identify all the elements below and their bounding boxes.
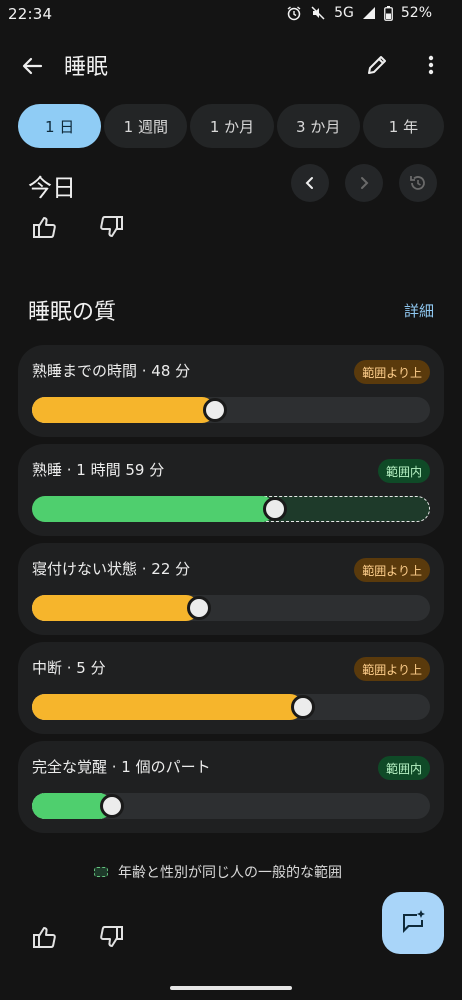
range-swatch [94,867,108,877]
metric-fill [32,397,216,423]
status-badge: 範囲より上 [354,558,430,582]
chat-sparkle-icon [403,910,425,933]
thumbs-down-icon [100,926,123,947]
metric-track [32,595,430,621]
metric-knob [290,695,315,719]
history-icon [410,176,425,190]
metric-label: 熟睡までの時間 · 48 分 [32,362,191,380]
metric-label: 中断 · 5 分 [32,659,106,677]
next-day-button[interactable] [345,164,383,202]
date-title: 今日 [28,174,76,202]
assistant-chat-button[interactable] [382,892,444,954]
status-bar: 22:34 5G 52% [0,0,462,30]
metric-label: 寝付けない状態 · 22 分 [32,560,191,578]
tab-3-months[interactable]: 3 か月 [276,104,360,148]
page-title: 睡眠 [64,55,109,80]
metric-card-deep-sleep[interactable]: 熟睡 · 1 時間 59 分 範囲内 [18,444,444,536]
tab-1-week[interactable]: 1 週間 [104,104,188,148]
metric-label: 熟睡 · 1 時間 59 分 [32,461,165,479]
range-tabs: 1 日 1 週間 1 か月 3 か月 1 年 [18,104,445,148]
details-link[interactable]: 詳細 [404,300,434,321]
thumbs-down-icon [100,216,123,237]
arrow-left-icon [22,57,43,75]
home-indicator [170,986,292,990]
status-badge: 範囲より上 [354,360,430,384]
metric-track [32,694,430,720]
metric-fill [32,595,200,621]
thumbs-down-button[interactable] [96,922,126,952]
metric-label: 完全な覚醒 · 1 個のパート [32,758,211,776]
more-options-button[interactable] [414,48,448,82]
feedback-top [30,212,126,242]
metric-track [32,793,430,819]
metric-knob [203,398,228,422]
alarm-icon [286,5,302,21]
thumbs-up-icon [33,217,56,238]
edit-button[interactable] [360,48,394,82]
metric-card-full-wake[interactable]: 完全な覚醒 · 1 個のパート 範囲内 [18,741,444,833]
tab-1-month[interactable]: 1 か月 [190,104,274,148]
chevron-left-icon [305,177,313,189]
network-label: 5G [334,5,354,21]
mute-icon [310,5,326,21]
metric-track [32,397,430,423]
status-icons: 5G 52% [286,5,432,21]
status-badge: 範囲内 [377,756,430,780]
metric-knob [99,794,124,818]
metric-card-time-to-deep-sleep[interactable]: 熟睡までの時間 · 48 分 範囲より上 [18,345,444,437]
signal-icon [362,6,376,20]
chevron-right-icon [361,177,369,189]
tab-1-year[interactable]: 1 年 [362,104,445,148]
legend-text: 年齢と性別が同じ人の一般的な範囲 [118,865,342,881]
metric-card-restless[interactable]: 寝付けない状態 · 22 分 範囲より上 [18,543,444,635]
metric-track [32,496,430,522]
metric-fill [32,694,303,720]
battery-icon [383,5,393,21]
metric-fill [32,496,275,522]
thumbs-up-button[interactable] [30,922,60,952]
metric-knob [187,596,212,620]
more-vert-icon [428,55,434,75]
battery-percent: 52% [400,5,432,21]
thumbs-down-button[interactable] [96,212,126,242]
previous-day-button[interactable] [291,164,329,202]
status-badge: 範囲内 [377,459,430,483]
today-button[interactable] [399,164,437,202]
feedback-bottom [30,922,126,952]
thumbs-up-icon [33,927,56,948]
status-time: 22:34 [8,5,53,23]
range-legend: 年齢と性別が同じ人の一般的な範囲 [94,862,342,882]
section-title: 睡眠の質 [28,300,117,325]
pencil-icon [368,56,386,74]
tab-1-day[interactable]: 1 日 [18,104,102,148]
back-button[interactable] [14,48,50,84]
metric-card-interruptions[interactable]: 中断 · 5 分 範囲より上 [18,642,444,734]
thumbs-up-button[interactable] [30,212,60,242]
status-badge: 範囲より上 [354,657,430,681]
app-bar: 睡眠 [0,40,462,88]
metric-knob [262,497,287,521]
